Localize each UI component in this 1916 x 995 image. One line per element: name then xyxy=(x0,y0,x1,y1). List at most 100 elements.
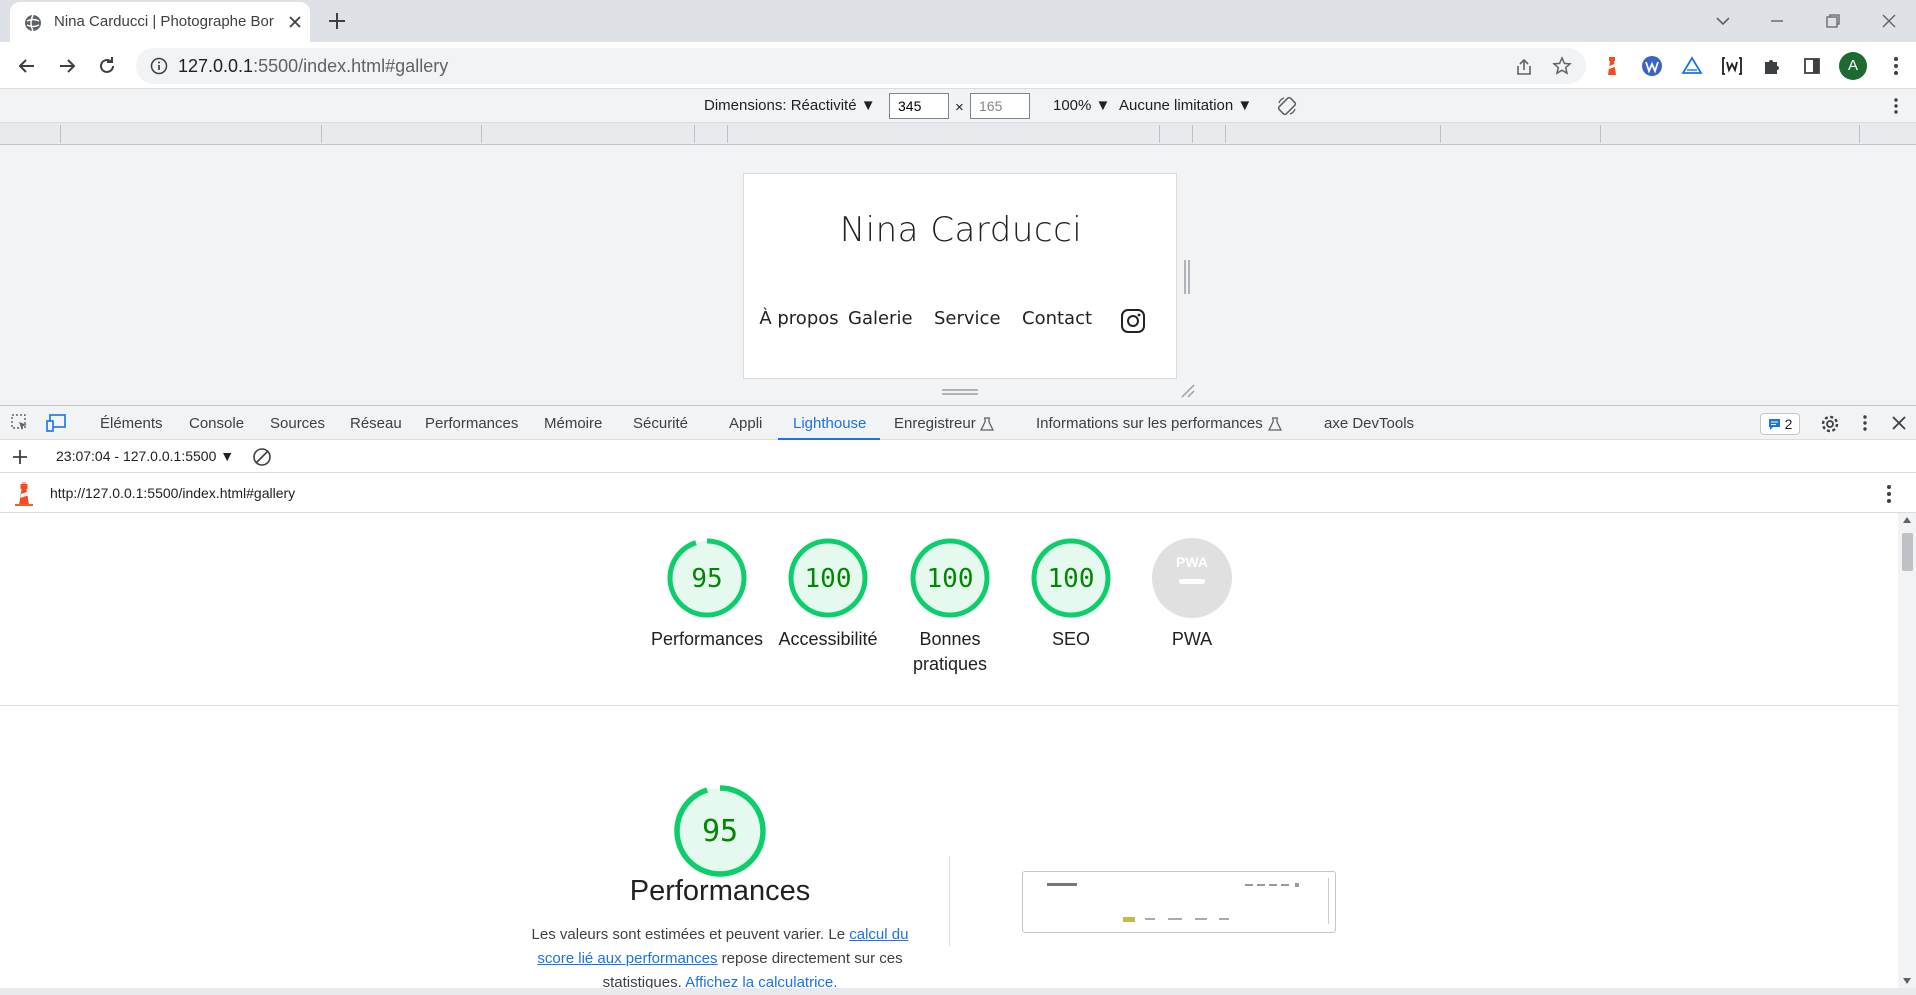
report-divider xyxy=(0,705,1898,706)
kebab-menu-icon[interactable] xyxy=(1893,97,1899,115)
tab-console[interactable]: Console xyxy=(189,415,244,432)
report-url: http://127.0.0.1:5500/index.html#gallery xyxy=(50,485,296,501)
media-query-segment xyxy=(1225,125,1226,143)
calculator-link[interactable]: Affichez la calculatrice. xyxy=(685,974,837,988)
gauge-score: 95 xyxy=(691,564,722,594)
report-scrollbar[interactable] xyxy=(1898,513,1916,988)
issues-badge[interactable]: 2 xyxy=(1760,413,1800,435)
kebab-menu-icon[interactable] xyxy=(1884,54,1908,78)
browser-tab[interactable]: Nina Carducci | Photographe Bor xyxy=(10,2,310,42)
dimensions-dropdown[interactable]: Dimensions: Réactivité ▼ xyxy=(704,97,876,114)
star-icon[interactable] xyxy=(1552,56,1572,76)
close-tab-icon[interactable] xyxy=(286,13,304,31)
gauge-ring: 100 xyxy=(788,538,868,618)
forward-icon[interactable] xyxy=(53,52,81,80)
report-select-label: 23:07:04 - 127.0.0.1:5500 xyxy=(56,448,217,464)
avatar[interactable]: A xyxy=(1839,52,1867,80)
tab-lighthouse[interactable]: Lighthouse xyxy=(793,415,866,432)
instagram-icon[interactable] xyxy=(1120,308,1146,334)
nav-link-about[interactable]: À propos xyxy=(754,306,844,332)
right-resize-handle[interactable] xyxy=(1183,260,1191,294)
score-gauge-accessibility[interactable]: 100 Accessibilité xyxy=(768,537,888,652)
bottom-strip xyxy=(0,988,1916,995)
pwa-background xyxy=(1152,538,1232,618)
url-text: 127.0.0.1:5500/index.html#gallery xyxy=(178,56,448,77)
restore-icon[interactable] xyxy=(1820,8,1846,34)
times-sign: × xyxy=(955,99,964,116)
share-icon[interactable] xyxy=(1514,57,1534,77)
device-toolbar-icon[interactable] xyxy=(45,413,67,433)
media-query-segment xyxy=(694,125,695,143)
scroll-up-icon[interactable] xyxy=(1903,517,1911,523)
rotate-icon[interactable] xyxy=(1276,95,1298,117)
tab-performance-insights[interactable]: Informations sur les performances xyxy=(1036,415,1263,432)
back-icon[interactable] xyxy=(13,52,41,80)
tab-axe-devtools[interactable]: axe DevTools xyxy=(1324,415,1414,432)
scroll-thumb[interactable] xyxy=(1902,533,1913,571)
bottom-resize-handle[interactable] xyxy=(942,388,978,396)
tab-security[interactable]: Sécurité xyxy=(633,415,688,432)
media-query-bar[interactable] xyxy=(0,123,1916,145)
clear-reports-icon[interactable] xyxy=(252,447,272,467)
gauge-score: 100 xyxy=(1048,564,1095,594)
address-bar[interactable]: 127.0.0.1:5500/index.html#gallery xyxy=(136,48,1586,84)
vertical-separator xyxy=(949,856,950,946)
device-viewport-area: Nina Carducci À propos Galerie Service C… xyxy=(0,145,1916,405)
tab-application[interactable]: Appli xyxy=(729,415,762,432)
zoom-dropdown[interactable]: 100% ▼ xyxy=(1053,97,1110,114)
pwa-logo-text: PWA xyxy=(1176,554,1208,570)
tab-strip: Nina Carducci | Photographe Bor xyxy=(0,0,1916,42)
minimize-icon[interactable] xyxy=(1764,8,1790,34)
add-report-icon[interactable] xyxy=(11,448,29,466)
chevron-down-icon[interactable] xyxy=(1710,8,1736,34)
throttling-label: Aucune limitation xyxy=(1119,97,1234,114)
gear-icon[interactable] xyxy=(1820,414,1840,434)
nav-link-gallery[interactable]: Galerie xyxy=(848,306,913,332)
caret-down-icon: ▼ xyxy=(1095,97,1111,114)
close-window-icon[interactable] xyxy=(1876,8,1902,34)
inspect-element-icon[interactable] xyxy=(10,413,30,433)
nav-link-contact[interactable]: Contact xyxy=(1022,306,1092,332)
score-gauge-seo[interactable]: 100 SEO xyxy=(1011,537,1131,652)
info-icon[interactable] xyxy=(150,57,168,75)
corner-resize-handle[interactable] xyxy=(1180,383,1196,399)
gauge-score: 95 xyxy=(702,814,738,849)
media-query-segment xyxy=(321,125,322,143)
triangle-extension-icon[interactable] xyxy=(1680,54,1704,78)
height-input[interactable] xyxy=(970,93,1030,119)
close-devtools-icon[interactable] xyxy=(1891,415,1907,431)
media-query-segment xyxy=(60,125,61,143)
caret-down-icon: ▼ xyxy=(860,97,876,114)
tab-elements[interactable]: Éléments xyxy=(100,415,163,432)
kebab-menu-icon[interactable] xyxy=(1886,484,1892,504)
reload-icon[interactable] xyxy=(93,52,121,80)
score-gauge-pwa[interactable]: PWA PWA xyxy=(1132,537,1252,652)
wappalyzer-icon[interactable] xyxy=(1640,54,1664,78)
site-title: Nina Carducci xyxy=(839,210,1083,250)
kebab-menu-icon[interactable] xyxy=(1862,414,1868,432)
media-query-segment xyxy=(1192,125,1193,143)
scroll-down-icon[interactable] xyxy=(1903,978,1911,984)
nav-link-service[interactable]: Service xyxy=(934,306,1001,332)
tab-sources[interactable]: Sources xyxy=(270,415,325,432)
gauge-score: 100 xyxy=(805,564,852,594)
side-panel-icon[interactable] xyxy=(1800,54,1824,78)
device-toolbar: Dimensions: Réactivité ▼ × 100% ▼ Aucune… xyxy=(0,89,1916,123)
width-input[interactable] xyxy=(889,93,949,119)
new-tab-icon[interactable] xyxy=(326,10,348,32)
w3c-extension-icon[interactable] xyxy=(1720,54,1744,78)
tab-performance[interactable]: Performances xyxy=(425,415,518,432)
gauge-label: SEO xyxy=(1051,629,1090,649)
throttling-dropdown[interactable]: Aucune limitation ▼ xyxy=(1119,97,1252,114)
lighthouse-icon xyxy=(13,481,35,507)
tab-recorder[interactable]: Enregistreur xyxy=(894,415,976,432)
message-icon xyxy=(1768,418,1781,431)
puzzle-icon[interactable] xyxy=(1760,54,1784,78)
tab-network[interactable]: Réseau xyxy=(350,415,402,432)
final-screenshot-thumbnail[interactable] xyxy=(1022,871,1336,933)
tab-memory[interactable]: Mémoire xyxy=(544,415,602,432)
lighthouse-extension-icon[interactable] xyxy=(1600,54,1624,78)
report-select[interactable]: 23:07:04 - 127.0.0.1:5500 ▼ xyxy=(56,448,234,464)
gauge-label: Bonnes pratiques xyxy=(912,629,988,674)
score-gauge-best-practices[interactable]: 100 Bonnes pratiques xyxy=(890,537,1010,677)
